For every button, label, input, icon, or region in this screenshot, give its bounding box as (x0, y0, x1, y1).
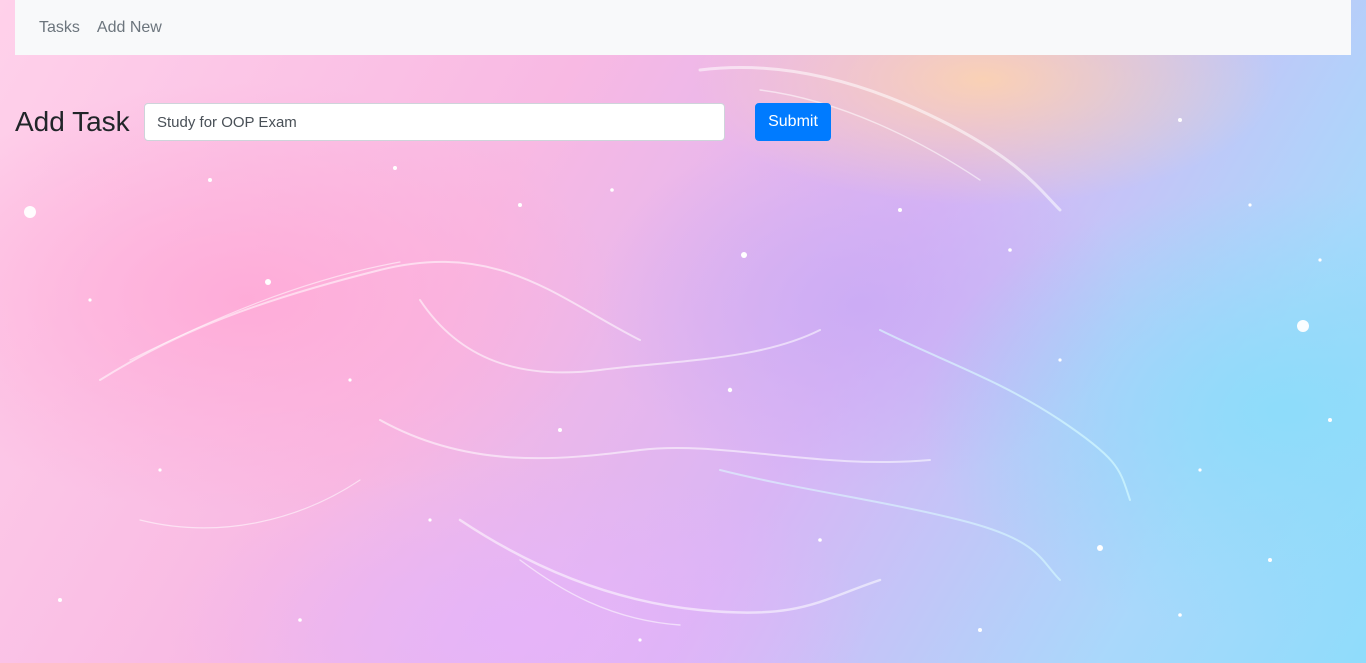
nav-link-tasks[interactable]: Tasks (39, 19, 80, 37)
navbar: Tasks Add New (15, 0, 1351, 55)
submit-button[interactable]: Submit (755, 103, 831, 141)
add-task-form: Add Task Submit (15, 103, 831, 141)
task-input[interactable] (144, 103, 725, 141)
galaxy-background (24, 65, 1332, 642)
page-title: Add Task (15, 106, 130, 137)
nav-link-add-new[interactable]: Add New (97, 19, 162, 37)
